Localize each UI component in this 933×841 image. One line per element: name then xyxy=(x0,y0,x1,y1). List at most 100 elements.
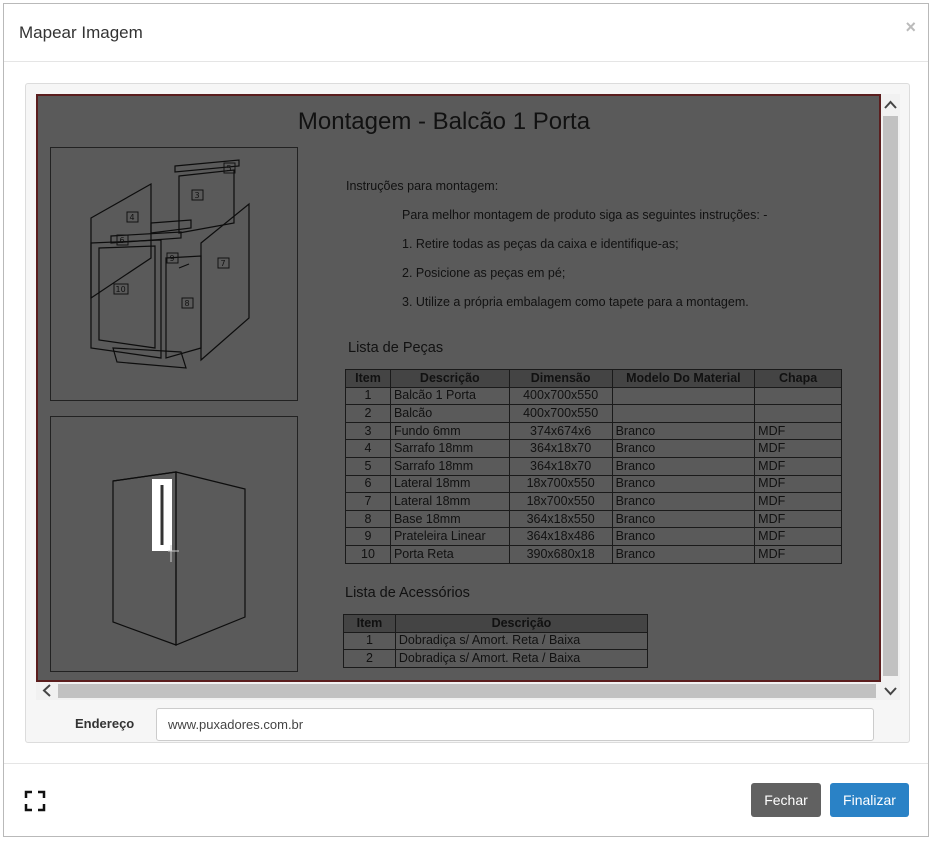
column-header: Dimensão xyxy=(508,369,613,388)
table-cell: 9 xyxy=(345,527,391,546)
table-cell: Balcão 1 Porta xyxy=(389,386,510,406)
chevron-up-icon[interactable] xyxy=(884,98,897,112)
table-cell: MDF xyxy=(754,421,842,441)
part-label: 5 xyxy=(227,164,232,173)
table-cell: Branco xyxy=(611,527,756,546)
document-title: Montagem - Balcão 1 Porta xyxy=(297,108,591,135)
table-cell: 7 xyxy=(345,492,391,511)
table-cell: 400x700x550 xyxy=(508,404,613,423)
table-cell: Branco xyxy=(611,439,756,458)
table-row: 2 Balcão 400x700x550 xyxy=(345,404,842,423)
table-row: 7 Lateral 18mm 18x700x550 Branco MDF xyxy=(345,492,842,511)
table-cell: MDF xyxy=(754,509,842,529)
table-cell: 18x700x550 xyxy=(508,492,613,511)
table-row: 9 Prateleira Linear 364x18x486 Branco MDF xyxy=(345,527,842,546)
horizontal-scrollbar[interactable] xyxy=(36,682,881,700)
column-header: Descrição xyxy=(389,369,510,388)
table-cell: 6 xyxy=(345,474,391,494)
vertical-scroll-thumb[interactable] xyxy=(883,116,898,676)
table-cell: Sarrafo 18mm xyxy=(389,456,510,476)
column-header: Chapa xyxy=(754,369,842,388)
table-cell: MDF xyxy=(754,439,842,458)
part-label: 9 xyxy=(170,254,175,263)
exploded-view-figure: 5 3 4 6 9 7 10 8 xyxy=(50,147,298,401)
table-cell: 4 xyxy=(345,439,391,458)
table-cell xyxy=(754,404,842,423)
table-cell: Balcão xyxy=(389,404,510,423)
column-header: Item xyxy=(343,614,396,633)
column-header: Descrição xyxy=(394,614,649,633)
table-cell: 364x18x70 xyxy=(508,439,613,458)
table-cell: Dobradiça s/ Amort. Reta / Baixa xyxy=(394,649,649,668)
instruction-step: 3. Utilize a própria embalagem como tape… xyxy=(402,295,749,309)
modal-title: Mapear Imagem xyxy=(19,23,143,42)
modal-footer-divider xyxy=(4,763,928,764)
column-header: Item xyxy=(345,369,391,388)
chevron-down-icon[interactable] xyxy=(884,684,897,698)
table-cell: 2 xyxy=(343,649,396,668)
table-cell: Base 18mm xyxy=(389,509,510,529)
table-cell xyxy=(754,386,842,406)
table-cell: Branco xyxy=(611,544,756,564)
table-cell: MDF xyxy=(754,492,842,511)
table-row: 2 Dobradiça s/ Amort. Reta / Baixa xyxy=(343,649,649,668)
table-cell: Branco xyxy=(611,509,756,529)
table-row: 1 Balcão 1 Porta 400x700x550 xyxy=(345,386,842,406)
close-icon[interactable]: × xyxy=(905,17,916,38)
finish-button[interactable]: Finalizar xyxy=(830,783,909,817)
table-cell: 10 xyxy=(345,544,391,564)
modal-header: Mapear Imagem × xyxy=(4,4,928,62)
table-cell: 8 xyxy=(345,509,391,529)
table-cell: Dobradiça s/ Amort. Reta / Baixa xyxy=(394,631,649,651)
table-cell: 3 xyxy=(345,421,391,441)
parts-table-body: 1 Balcão 1 Porta 400x700x550 2 Balcão 400x700… xyxy=(345,386,842,564)
table-row: 6 Lateral 18mm 18x700x550 Branco MDF xyxy=(345,474,842,494)
part-label: 7 xyxy=(221,259,226,268)
mapped-image[interactable]: Montagem - Balcão 1 Porta 5 3 4 6 9 7 10… xyxy=(36,94,881,682)
chevron-left-icon[interactable] xyxy=(42,684,52,699)
table-cell: Branco xyxy=(611,492,756,511)
table-header-row: Item Descrição xyxy=(343,614,649,633)
horizontal-scroll-thumb[interactable] xyxy=(58,684,876,698)
table-cell: MDF xyxy=(754,456,842,476)
table-cell: Porta Reta xyxy=(389,544,510,564)
close-button[interactable]: Fechar xyxy=(751,783,821,817)
instructions-intro: Para melhor montagem de produto siga as … xyxy=(402,208,768,222)
part-label: 6 xyxy=(120,236,125,245)
instruction-step: 1. Retire todas as peças da caixa e iden… xyxy=(402,237,679,251)
map-image-modal: Mapear Imagem × Montagem - Balcão 1 Port… xyxy=(3,3,929,837)
image-panel: Montagem - Balcão 1 Porta 5 3 4 6 9 7 10… xyxy=(25,83,910,743)
image-viewer[interactable]: Montagem - Balcão 1 Porta 5 3 4 6 9 7 10… xyxy=(36,94,900,700)
table-cell: 364x18x550 xyxy=(508,509,613,529)
table-cell: Fundo 6mm xyxy=(389,421,510,441)
table-row: 10 Porta Reta 390x680x18 Branco MDF xyxy=(345,544,842,564)
table-cell: MDF xyxy=(754,544,842,564)
table-row: 1 Dobradiça s/ Amort. Reta / Baixa xyxy=(343,631,649,651)
table-cell xyxy=(611,386,756,406)
assembled-cabinet-drawing xyxy=(112,471,246,646)
table-cell: 2 xyxy=(345,404,391,423)
address-input[interactable] xyxy=(156,708,874,741)
table-cell xyxy=(611,404,756,423)
fullscreen-icon[interactable] xyxy=(24,790,46,812)
part-label: 8 xyxy=(185,299,190,308)
table-cell: Lateral 18mm xyxy=(389,474,510,494)
table-cell: 18x700x550 xyxy=(508,474,613,494)
part-label: 3 xyxy=(195,191,200,200)
part-label: 10 xyxy=(116,285,126,294)
table-cell: Branco xyxy=(611,456,756,476)
table-row: 4 Sarrafo 18mm 364x18x70 Branco MDF xyxy=(345,439,842,458)
table-cell: Branco xyxy=(611,421,756,441)
table-cell: MDF xyxy=(754,527,842,546)
table-cell: 390x680x18 xyxy=(508,544,613,564)
table-cell: 5 xyxy=(345,456,391,476)
table-header-row: Item Descrição Dimensão Modelo Do Materi… xyxy=(345,369,842,388)
accessories-table: Item Descrição 1 Dobradiça s/ Amort. Reta… xyxy=(343,614,649,668)
parts-table: Item Descrição Dimensão Modelo Do Materi… xyxy=(345,369,842,564)
instruction-step: 2. Posicione as peças em pé; xyxy=(402,266,566,280)
instructions-heading: Instruções para montagem: xyxy=(346,179,499,193)
table-row: 8 Base 18mm 364x18x550 Branco MDF xyxy=(345,509,842,529)
part-labels: 5 3 4 6 9 7 10 8 xyxy=(113,162,236,309)
vertical-scrollbar[interactable] xyxy=(881,94,900,700)
table-cell: Prateleira Linear xyxy=(389,527,510,546)
